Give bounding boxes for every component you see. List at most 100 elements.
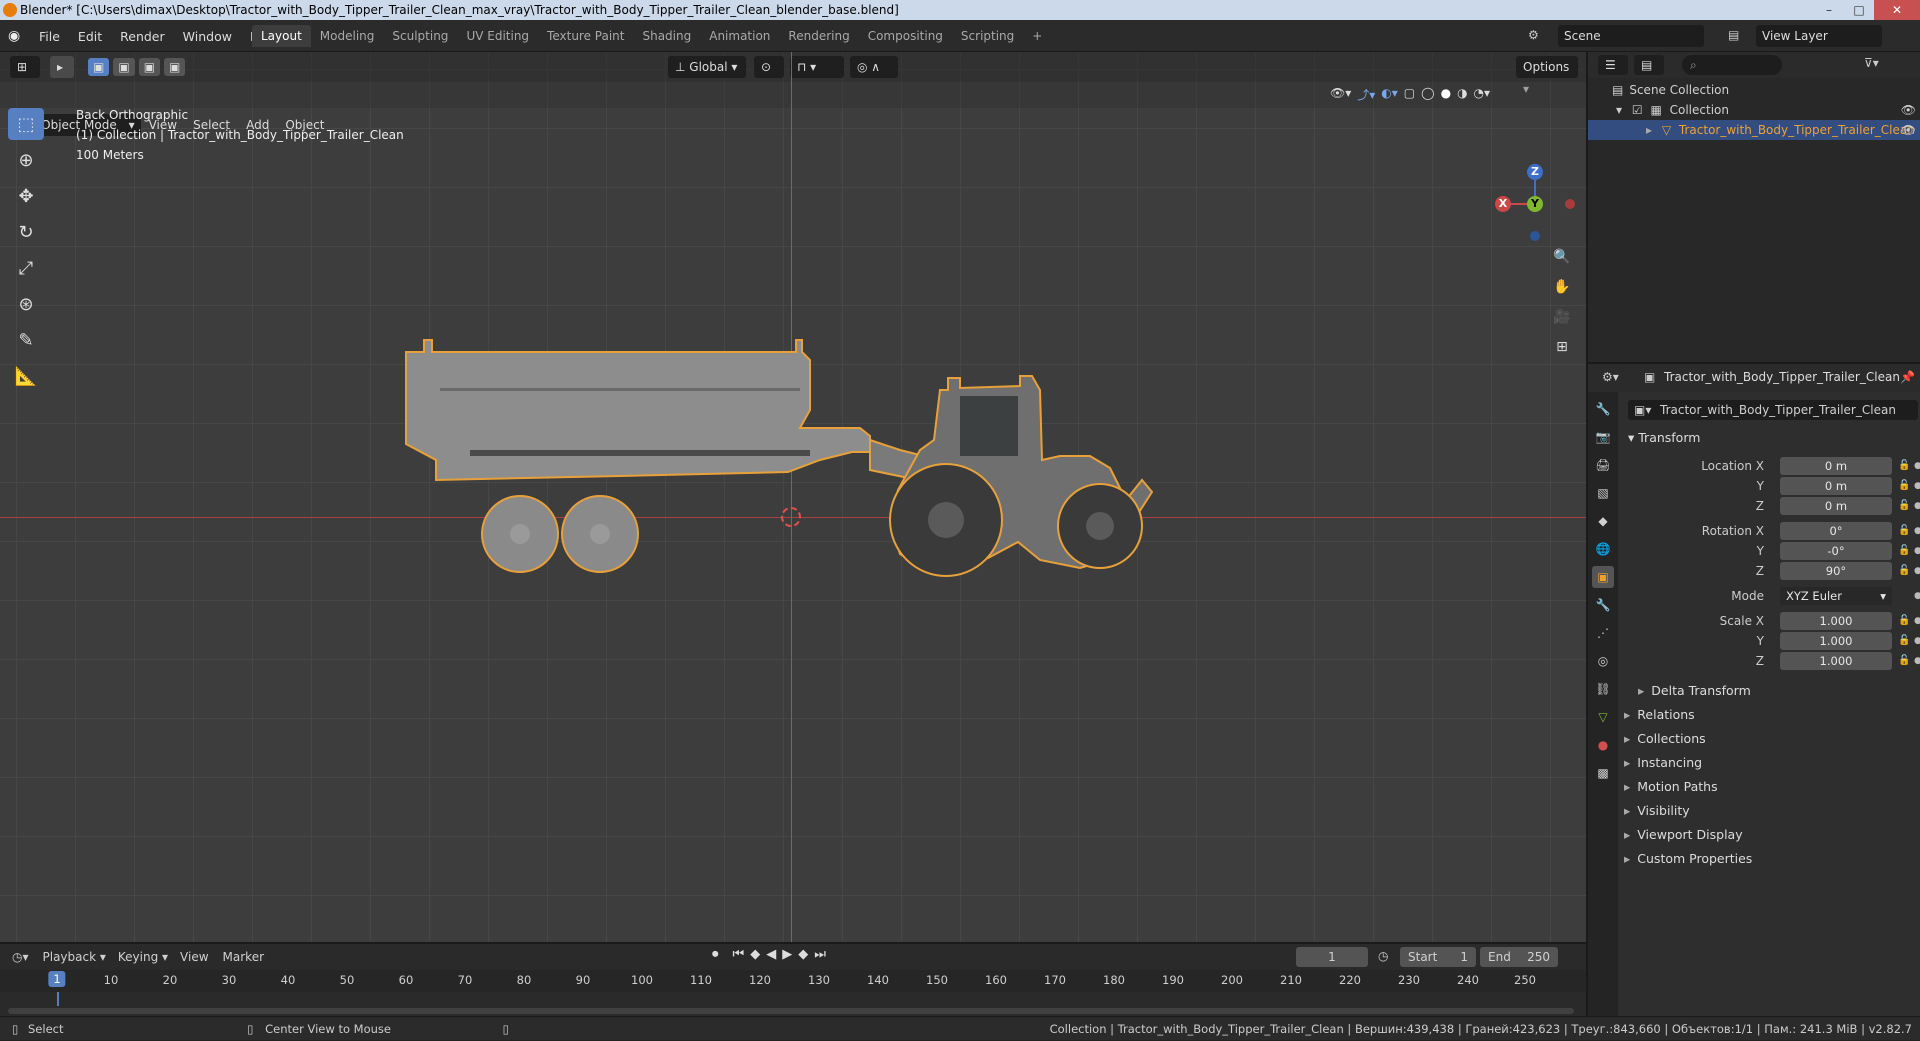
lock-icon[interactable]: 🔓 (1898, 541, 1910, 561)
outliner-collection[interactable]: ▾ ☑ ▦ Collection 👁 (1612, 100, 1920, 120)
pivot-icon[interactable]: ⊙ (754, 56, 784, 78)
blender-menu-icon[interactable]: ◉ (8, 28, 20, 44)
lock-icon[interactable]: 🔓 (1898, 496, 1910, 516)
expand-arrow-icon[interactable]: ▸ (1646, 123, 1652, 137)
expand-arrow-icon[interactable]: ▾ (1616, 103, 1622, 117)
add-workspace-icon[interactable]: + (1023, 25, 1051, 47)
current-frame-field[interactable]: 1 (1296, 947, 1368, 967)
timeline-ruler[interactable]: 1 10 20 30 40 50 60 70 80 90 100 110 120… (0, 970, 1586, 992)
gizmo-x-axis[interactable]: X (1495, 196, 1511, 212)
visibility-icon[interactable]: 👁▾ (1330, 86, 1351, 103)
outliner-scene-collection[interactable]: ▤ Scene Collection (1612, 80, 1729, 100)
tab-layout[interactable]: Layout (252, 25, 311, 47)
keyframe-dot[interactable]: ● (1914, 651, 1920, 671)
maximize-icon[interactable]: □ (1844, 0, 1874, 20)
gizmo-z-axis[interactable]: Z (1527, 164, 1543, 180)
menu-file[interactable]: File (30, 29, 69, 44)
scale-x-field[interactable]: 1.000 (1780, 612, 1892, 630)
outliner-object-row[interactable]: ▸ ▽ Tractor_with_Body_Tipper_Trailer_Cle… (1588, 120, 1920, 140)
delta-transform-panel[interactable]: Delta Transform (1638, 680, 1920, 702)
scene-tab-icon[interactable]: ◆ (1592, 510, 1614, 532)
next-keyframe-icon[interactable]: ◆ (798, 947, 808, 962)
visibility-panel[interactable]: Visibility (1624, 800, 1918, 822)
outliner-search-input[interactable]: ⌕ (1682, 55, 1782, 75)
select-subtract-icon[interactable]: ▣ (138, 58, 161, 76)
custom-properties-panel[interactable]: Custom Properties (1624, 848, 1918, 870)
proportional-edit-icon[interactable]: ◎ ∧ (850, 56, 898, 78)
display-mode-icon[interactable]: ▤ (1634, 55, 1664, 75)
lock-icon[interactable]: 🔓 (1898, 476, 1910, 496)
viewport-display-panel[interactable]: Viewport Display (1624, 824, 1918, 846)
move-icon[interactable]: ✥ (8, 180, 44, 212)
particles-tab-icon[interactable]: ⋰ (1592, 622, 1614, 644)
properties-editor-icon[interactable]: ⚙▾ (1602, 370, 1619, 384)
tractor-trailer-model[interactable] (400, 320, 1190, 580)
texture-tab-icon[interactable]: ▩ (1592, 762, 1614, 784)
rotation-x-field[interactable]: 0° (1780, 522, 1892, 540)
object-name-field[interactable]: ▣▾ Tractor_with_Body_Tipper_Trailer_Clea… (1628, 400, 1918, 420)
clock-icon[interactable]: ◷ (1378, 949, 1388, 963)
data-tab-icon[interactable]: ▽ (1592, 706, 1614, 728)
pin-icon[interactable]: 📌 (1900, 370, 1915, 384)
scene-selector[interactable]: Scene (1558, 25, 1704, 47)
object-tab-icon[interactable]: ▣ (1592, 566, 1614, 588)
tab-uv-editing[interactable]: UV Editing (457, 25, 538, 47)
timeline-menu-playback[interactable]: Playback ▾ (43, 950, 106, 964)
instancing-panel[interactable]: Instancing (1624, 752, 1918, 774)
constraints-tab-icon[interactable]: ⛓ (1592, 678, 1614, 700)
tab-rendering[interactable]: Rendering (779, 25, 858, 47)
gizmo-neg-z[interactable] (1530, 231, 1540, 241)
play-reverse-icon[interactable]: ◀ (766, 947, 776, 962)
close-icon[interactable]: ✕ (1874, 0, 1920, 20)
timeline-scrollbar[interactable] (8, 1008, 1574, 1014)
snap-icon[interactable]: ⊓ ▾ (790, 56, 844, 78)
keyframe-dot[interactable]: ● (1914, 586, 1920, 606)
timeline-editor-icon[interactable]: ◷▾ (12, 950, 29, 964)
tool-tab-icon[interactable]: 🔧 (1592, 398, 1614, 420)
keyframe-dot[interactable]: ● (1914, 496, 1920, 516)
hand-icon[interactable]: ✋ (1549, 274, 1575, 300)
location-x-field[interactable]: 0 m (1780, 457, 1892, 475)
keyframe-dot[interactable]: ● (1914, 611, 1920, 631)
world-tab-icon[interactable]: 🌐 (1592, 538, 1614, 560)
prev-keyframe-icon[interactable]: ◆ (750, 947, 760, 962)
annotate-icon[interactable]: ✎ (8, 324, 44, 356)
tab-compositing[interactable]: Compositing (859, 25, 952, 47)
select-invert-icon[interactable]: ▣ (164, 58, 186, 76)
play-icon[interactable]: ▶ (782, 947, 792, 962)
jump-start-icon[interactable]: ⏮ (733, 947, 745, 962)
overlay-toggle-icon[interactable]: ◐▾ (1381, 86, 1398, 103)
tab-modeling[interactable]: Modeling (311, 25, 384, 47)
menu-window[interactable]: Window (174, 29, 241, 44)
tab-shading[interactable]: Shading (633, 25, 700, 47)
tab-animation[interactable]: Animation (700, 25, 779, 47)
start-frame-field[interactable]: Start 1 (1400, 947, 1476, 967)
scale-icon[interactable]: ⤢ (8, 252, 44, 284)
rotation-mode-dropdown[interactable]: XYZ Euler ▾ (1780, 587, 1892, 605)
gizmo-toggle-icon[interactable]: ⤴▾ (1357, 86, 1375, 103)
tab-scripting[interactable]: Scripting (952, 25, 1023, 47)
3d-viewport[interactable]: ⊞ ▸ ▣ ▣ ▣ ▣ ⊥ Global ▾ ⊙ ⊓ ▾ ◎ ∧ Options… (0, 52, 1586, 942)
rotate-icon[interactable]: ↻ (8, 216, 44, 248)
checkbox-icon[interactable]: ☑ (1632, 103, 1643, 117)
eye-icon[interactable]: 👁 (1901, 120, 1916, 140)
select-mode-icon[interactable]: ▸ (50, 56, 74, 78)
minimize-icon[interactable]: – (1814, 0, 1844, 20)
timeline-menu-marker[interactable]: Marker (223, 950, 264, 964)
physics-tab-icon[interactable]: ◎ (1592, 650, 1614, 672)
cursor-icon[interactable]: ⊕ (8, 144, 44, 176)
menu-edit[interactable]: Edit (69, 29, 111, 44)
options-dropdown[interactable]: Options ▾ (1516, 56, 1578, 96)
view-layer-tab-icon[interactable]: ▧ (1592, 482, 1614, 504)
scale-y-field[interactable]: 1.000 (1780, 632, 1892, 650)
location-z-field[interactable]: 0 m (1780, 497, 1892, 515)
keyframe-dot[interactable]: ● (1914, 631, 1920, 651)
transform-icon[interactable]: ⊛ (8, 288, 44, 320)
output-tab-icon[interactable]: 🖨 (1592, 454, 1614, 476)
outliner-editor-icon[interactable]: ☰ (1598, 55, 1628, 75)
select-extend-icon[interactable]: ▣ (113, 58, 135, 76)
jump-end-icon[interactable]: ⏭ (814, 947, 826, 962)
location-y-field[interactable]: 0 m (1780, 477, 1892, 495)
motion-paths-panel[interactable]: Motion Paths (1624, 776, 1918, 798)
keyframe-dot[interactable]: ● (1914, 561, 1920, 581)
